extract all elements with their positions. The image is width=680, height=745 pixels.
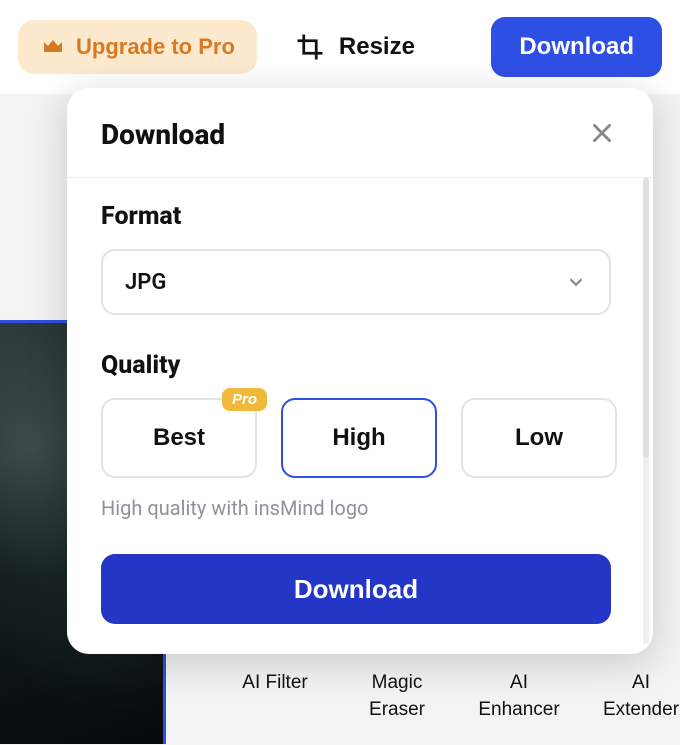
download-top-button[interactable]: Download [491, 17, 662, 77]
format-value: JPG [125, 270, 166, 295]
upgrade-label: Upgrade to Pro [76, 34, 235, 60]
download-confirm-button[interactable]: Download [101, 554, 611, 624]
format-select[interactable]: JPG [101, 249, 611, 315]
close-icon [589, 120, 615, 146]
tool-label: AI Enhancer [474, 670, 564, 723]
tool-ai-filter[interactable]: AI Filter [230, 670, 320, 697]
quality-option-label: High [332, 424, 385, 452]
crown-icon [40, 35, 66, 59]
quality-option-best[interactable]: Pro Best [101, 398, 257, 478]
tool-label: AI Extender [596, 670, 680, 723]
modal-header: Download [67, 88, 653, 178]
modal-body: Format JPG Quality Pro Best High Low Hig… [67, 178, 653, 654]
format-section-label: Format [101, 202, 619, 231]
download-modal: Download Format JPG Quality Pro Best Hig… [67, 88, 653, 654]
tool-ai-enhancer[interactable]: AI Enhancer [474, 670, 564, 723]
quality-option-label: Best [153, 424, 205, 452]
upgrade-to-pro-button[interactable]: Upgrade to Pro [18, 20, 257, 74]
tool-ai-extender[interactable]: AI Extender [596, 670, 680, 723]
quality-option-label: Low [515, 424, 563, 452]
chevron-down-icon [565, 271, 587, 293]
quality-option-high[interactable]: High [281, 398, 437, 478]
quality-options-row: Pro Best High Low [101, 398, 619, 478]
download-top-label: Download [519, 33, 634, 60]
scrollbar[interactable] [643, 178, 649, 644]
quality-section-label: Quality [101, 351, 619, 380]
close-button[interactable] [585, 116, 619, 153]
quality-option-low[interactable]: Low [461, 398, 617, 478]
top-toolbar: Upgrade to Pro Resize Download [0, 0, 680, 95]
quality-note: High quality with insMind logo [101, 496, 619, 520]
modal-title: Download [101, 118, 225, 151]
tool-label: Magic Eraser [352, 670, 442, 723]
tool-magic-eraser[interactable]: Magic Eraser [352, 670, 442, 723]
resize-label: Resize [339, 33, 415, 61]
pro-badge: Pro [222, 388, 267, 411]
crop-icon [295, 32, 325, 62]
download-confirm-label: Download [294, 574, 418, 604]
bottom-tool-strip: AI Filter Magic Eraser AI Enhancer AI Ex… [230, 670, 680, 745]
tool-label: AI Filter [242, 670, 307, 697]
resize-button[interactable]: Resize [295, 32, 415, 62]
